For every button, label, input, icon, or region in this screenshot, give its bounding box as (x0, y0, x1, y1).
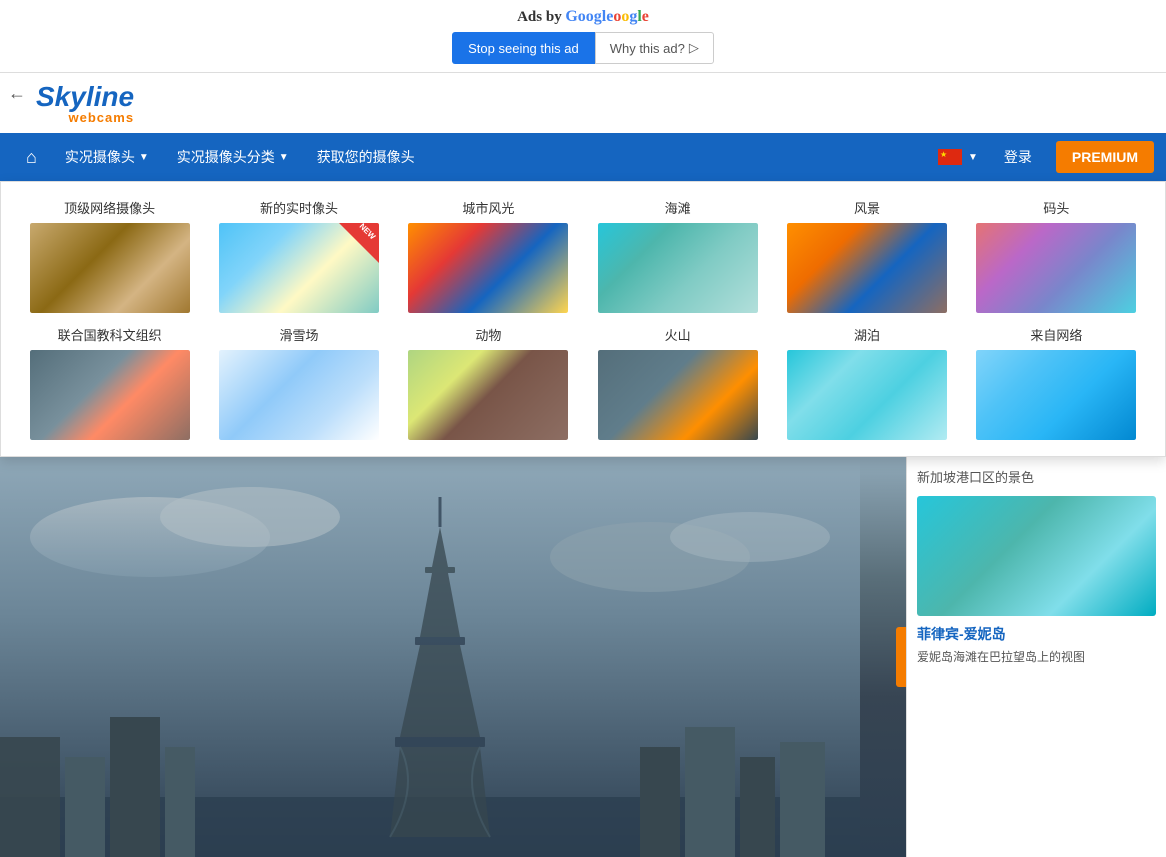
category-image-animals (408, 350, 568, 440)
category-image-ski (219, 350, 379, 440)
nav-language-selector[interactable]: ▼ (928, 149, 988, 165)
category-image-lake (787, 350, 947, 440)
nav-login-button[interactable]: 登录 (988, 147, 1048, 167)
category-item-animals[interactable]: 动物 (400, 325, 577, 440)
nav-item-categories[interactable]: 实况摄像头分类 ▼ (163, 133, 303, 181)
nav-bar: ⌂ 实况摄像头 ▼ 实况摄像头分类 ▼ 获取您的摄像头 ▼ 登录 PREMIUM (0, 133, 1166, 181)
category-image-new-webcams: NEW (219, 223, 379, 313)
category-item-lake[interactable]: 湖泊 (778, 325, 955, 440)
china-flag-icon (938, 149, 962, 165)
row-spacer (21, 313, 1145, 325)
google-text: Google (565, 8, 613, 25)
sidebar-location-text: 新加坡港口区的景色 (917, 467, 1156, 486)
category-item-network[interactable]: 来自网络 (968, 325, 1145, 440)
chevron-down-icon-2: ▼ (279, 152, 289, 163)
category-grid-row1: 顶级网络摄像头 新的实时像头 NEW 城市风光 海滩 (21, 198, 1145, 313)
category-item-volcano[interactable]: 火山 (589, 325, 766, 440)
category-image-harbor (976, 223, 1136, 313)
sidebar-camera-title[interactable]: 菲律宾-爱妮岛 (917, 624, 1156, 644)
ad-bar: Ads by Googleoogle Stop seeing this ad W… (0, 0, 1166, 73)
category-image-volcano (598, 350, 758, 440)
background-sky-svg (0, 457, 860, 857)
logo-skyline-text: Skyline (36, 83, 134, 111)
nav-home-button[interactable]: ⌂ (12, 147, 51, 168)
category-grid-row2: 联合国教科文组织 滑雪场 动物 火山 湖泊 (21, 325, 1145, 440)
category-dropdown: 顶级网络摄像头 新的实时像头 NEW 城市风光 海滩 (0, 181, 1166, 457)
language-chevron-icon: ▼ (968, 152, 978, 163)
pyramids-image (30, 223, 190, 313)
harbor-image (976, 223, 1136, 313)
nav-item-webcams[interactable]: 实况摄像头 ▼ (51, 133, 163, 181)
category-image-city (408, 223, 568, 313)
category-image-network (976, 350, 1136, 440)
lake-image (787, 350, 947, 440)
category-image-beach (598, 223, 758, 313)
main-content: 新加坡港口区的景色 菲律宾-爱妮岛 爱妮岛海滩在巴拉望岛上的视图 (0, 457, 1166, 857)
sidebar-panel: 新加坡港口区的景色 菲律宾-爱妮岛 爱妮岛海滩在巴拉望岛上的视图 (906, 457, 1166, 857)
category-item-landscape[interactable]: 风景 (778, 198, 955, 313)
nav-item-get-camera[interactable]: 获取您的摄像头 (303, 133, 429, 181)
category-item-ski[interactable]: 滑雪场 (210, 325, 387, 440)
landscape-image (787, 223, 947, 313)
category-image-unesco (30, 350, 190, 440)
sidebar-camera-description: 爱妮岛海滩在巴拉望岛上的视图 (917, 648, 1156, 665)
category-item-new-webcams[interactable]: 新的实时像头 NEW (210, 198, 387, 313)
why-ad-icon: ▷ (689, 40, 699, 56)
scroll-indicator[interactable] (896, 627, 906, 687)
volcano-image (598, 350, 758, 440)
moai-image (30, 350, 190, 440)
site-header: ← Skyline webcams (0, 73, 1166, 133)
ski-image (219, 350, 379, 440)
sidebar-camera-image[interactable] (917, 496, 1156, 616)
site-logo[interactable]: Skyline webcams (36, 83, 134, 124)
category-item-beach[interactable]: 海滩 (589, 198, 766, 313)
main-image-area (0, 457, 906, 857)
stop-seeing-ad-button[interactable]: Stop seeing this ad (452, 32, 595, 64)
category-item-top-webcams[interactable]: 顶级网络摄像头 (21, 198, 198, 313)
main-camera-view (0, 457, 906, 857)
why-this-ad-button[interactable]: Why this ad? ▷ (595, 32, 714, 64)
nav-premium-button[interactable]: PREMIUM (1056, 141, 1154, 173)
back-button[interactable]: ← (8, 83, 26, 104)
animals-image (408, 350, 568, 440)
ads-by-text: Ads by (517, 9, 562, 25)
logo-webcams-text: webcams (36, 111, 134, 124)
city-image (408, 223, 568, 313)
chevron-down-icon: ▼ (139, 152, 149, 163)
category-item-harbor[interactable]: 码头 (968, 198, 1145, 313)
category-image-landscape (787, 223, 947, 313)
network-image (976, 350, 1136, 440)
category-item-unesco[interactable]: 联合国教科文组织 (21, 325, 198, 440)
category-image-top-webcams (30, 223, 190, 313)
ad-buttons-group: Stop seeing this ad Why this ad? ▷ (0, 32, 1166, 64)
seaside-image (598, 223, 758, 313)
category-item-city[interactable]: 城市风光 (400, 198, 577, 313)
ads-by-google-label: Ads by Googleoogle (0, 8, 1166, 26)
